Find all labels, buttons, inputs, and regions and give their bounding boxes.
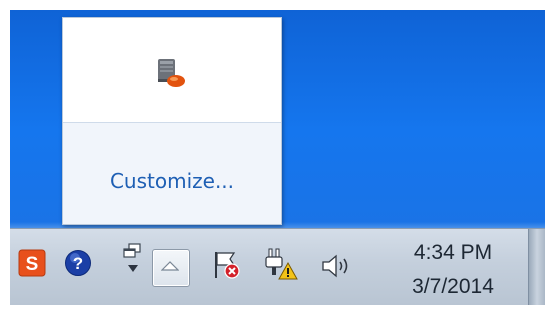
action-center-flag-error-icon[interactable]	[210, 249, 242, 281]
speaker-volume-icon[interactable]	[320, 253, 354, 279]
sogou-input-icon[interactable]: S	[18, 249, 46, 277]
show-desktop-button[interactable]	[528, 229, 545, 305]
system-clock[interactable]: 4:34 PM 3/7/2014	[378, 229, 528, 305]
arrow-down-icon	[128, 265, 138, 272]
server-app-icon[interactable]	[154, 56, 188, 90]
screenshot-frame: Customize... S ? 4:34 PM 3/7/2014	[0, 0, 555, 312]
network-warning-icon[interactable]	[264, 247, 298, 281]
hidden-icons-area	[63, 18, 281, 122]
chevron-up-icon	[161, 261, 179, 271]
customize-link[interactable]: Customize...	[63, 169, 281, 193]
show-hidden-icons-button[interactable]	[152, 249, 190, 287]
clock-time: 4:34 PM	[413, 241, 493, 264]
help-icon[interactable]: ?	[64, 249, 92, 277]
svg-text:?: ?	[73, 254, 83, 273]
notification-overflow-popup: Customize...	[62, 17, 282, 225]
language-bar-icon[interactable]	[122, 243, 142, 261]
popup-footer: Customize...	[63, 122, 281, 224]
taskbar: S ? 4:34 PM 3/7/2014	[10, 228, 545, 305]
clock-date: 3/7/2014	[412, 275, 494, 298]
svg-text:S: S	[26, 254, 39, 275]
